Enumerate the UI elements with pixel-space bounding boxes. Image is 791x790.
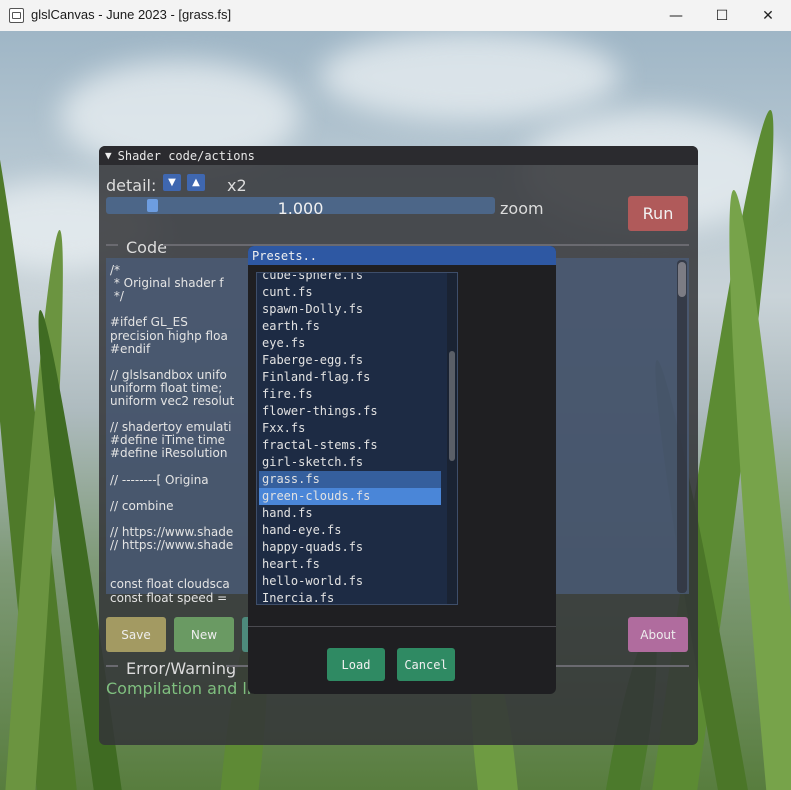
- code-line: // combine: [110, 498, 174, 513]
- code-line: const float speed =: [110, 590, 228, 605]
- new-button[interactable]: New: [174, 617, 234, 652]
- code-scrollbar-grab[interactable]: [678, 262, 686, 297]
- preset-item[interactable]: earth.fs: [259, 318, 441, 335]
- collapse-triangle-icon[interactable]: ▼: [105, 149, 112, 162]
- detail-label: detail:: [106, 176, 157, 195]
- preset-item[interactable]: spawn-Dolly.fs: [259, 301, 441, 318]
- code-line: #endif: [110, 341, 151, 356]
- load-button[interactable]: Load: [327, 648, 385, 681]
- preset-item[interactable]: Inercia.fs: [259, 590, 441, 604]
- error-section-label: Error/Warning: [126, 659, 237, 678]
- preset-item[interactable]: Faberge-egg.fs: [259, 352, 441, 369]
- preset-item[interactable]: hand-eye.fs: [259, 522, 441, 539]
- panel-title: Shader code/actions: [117, 148, 255, 163]
- code-line: #ifdef GL_ES: [110, 315, 188, 330]
- code-line: // shadertoy emulati: [110, 420, 232, 435]
- code-line: * Original shader f: [110, 276, 224, 291]
- window-title: glslCanvas - June 2023 - [grass.fs]: [31, 7, 232, 22]
- detail-up-button[interactable]: ▲: [187, 174, 205, 191]
- preset-item[interactable]: Finland-flag.fs: [259, 369, 441, 386]
- panel-header[interactable]: ▼ Shader code/actions: [99, 146, 698, 165]
- code-divider-left: [106, 244, 118, 246]
- status-message: Compilation and link: [106, 679, 271, 698]
- code-line: // --------[ Origina: [110, 472, 209, 487]
- preset-item[interactable]: hello-world.fs: [259, 573, 441, 590]
- code-line: #define iTime time: [110, 433, 226, 448]
- presets-header: Presets..: [248, 246, 556, 265]
- presets-list[interactable]: cube-sphere.fs cunt.fs spawn-Dolly.fs earth…: [256, 272, 458, 605]
- cancel-button[interactable]: Cancel: [397, 648, 455, 681]
- code-line: // https://www.shade: [110, 538, 234, 553]
- detail-value: x2: [227, 176, 247, 195]
- preset-item[interactable]: flower-things.fs: [259, 403, 441, 420]
- presets-scrollbar[interactable]: [447, 273, 457, 604]
- preset-item[interactable]: happy-quads.fs: [259, 539, 441, 556]
- code-line: */: [110, 289, 124, 304]
- preset-item[interactable]: cube-sphere.fs: [259, 273, 441, 284]
- presets-scrollbar-grab[interactable]: [449, 351, 455, 461]
- preset-item[interactable]: green-clouds.fs: [259, 488, 441, 505]
- run-button[interactable]: Run: [628, 196, 688, 231]
- zoom-label: zoom: [500, 199, 544, 218]
- preset-item[interactable]: girl-sketch.fs: [259, 454, 441, 471]
- code-line: const float cloudsca: [110, 577, 230, 592]
- preset-item[interactable]: hand.fs: [259, 505, 441, 522]
- save-button[interactable]: Save: [106, 617, 166, 652]
- preset-item[interactable]: fractal-stems.fs: [259, 437, 441, 454]
- about-button[interactable]: About: [628, 617, 688, 652]
- code-line: /*: [110, 263, 121, 277]
- preset-item[interactable]: eye.fs: [259, 335, 441, 352]
- detail-down-button[interactable]: ▼: [163, 174, 181, 191]
- app-icon: [9, 8, 24, 23]
- preset-item[interactable]: Fxx.fs: [259, 420, 441, 437]
- preset-item[interactable]: cunt.fs: [259, 284, 441, 301]
- code-line: precision highp floa: [110, 328, 228, 343]
- preset-item[interactable]: fire.fs: [259, 386, 441, 403]
- code-scrollbar[interactable]: [677, 260, 687, 593]
- code-line: uniform float time;: [110, 380, 223, 395]
- zoom-value: 1.000: [277, 199, 324, 218]
- error-divider-left: [106, 665, 118, 667]
- title-bar: glslCanvas - June 2023 - [grass.fs] — ☐ …: [0, 0, 791, 32]
- preset-item[interactable]: grass.fs: [259, 471, 441, 488]
- code-line: // https://www.shade: [110, 525, 234, 539]
- code-line: #define iResolution: [110, 446, 228, 461]
- code-line: // glslsandbox unifo: [110, 367, 227, 382]
- close-button[interactable]: ✕: [745, 0, 791, 31]
- code-line: uniform vec2 resolut: [110, 394, 235, 408]
- presets-popup: Presets.. cube-sphere.fs cunt.fs spawn-Dol…: [248, 246, 556, 694]
- minimize-button[interactable]: —: [653, 0, 699, 31]
- presets-title: Presets..: [252, 248, 318, 263]
- maximize-button[interactable]: ☐: [699, 0, 745, 31]
- popup-divider: [248, 626, 556, 627]
- preset-item[interactable]: heart.fs: [259, 556, 441, 573]
- code-section-label: Code: [126, 238, 167, 257]
